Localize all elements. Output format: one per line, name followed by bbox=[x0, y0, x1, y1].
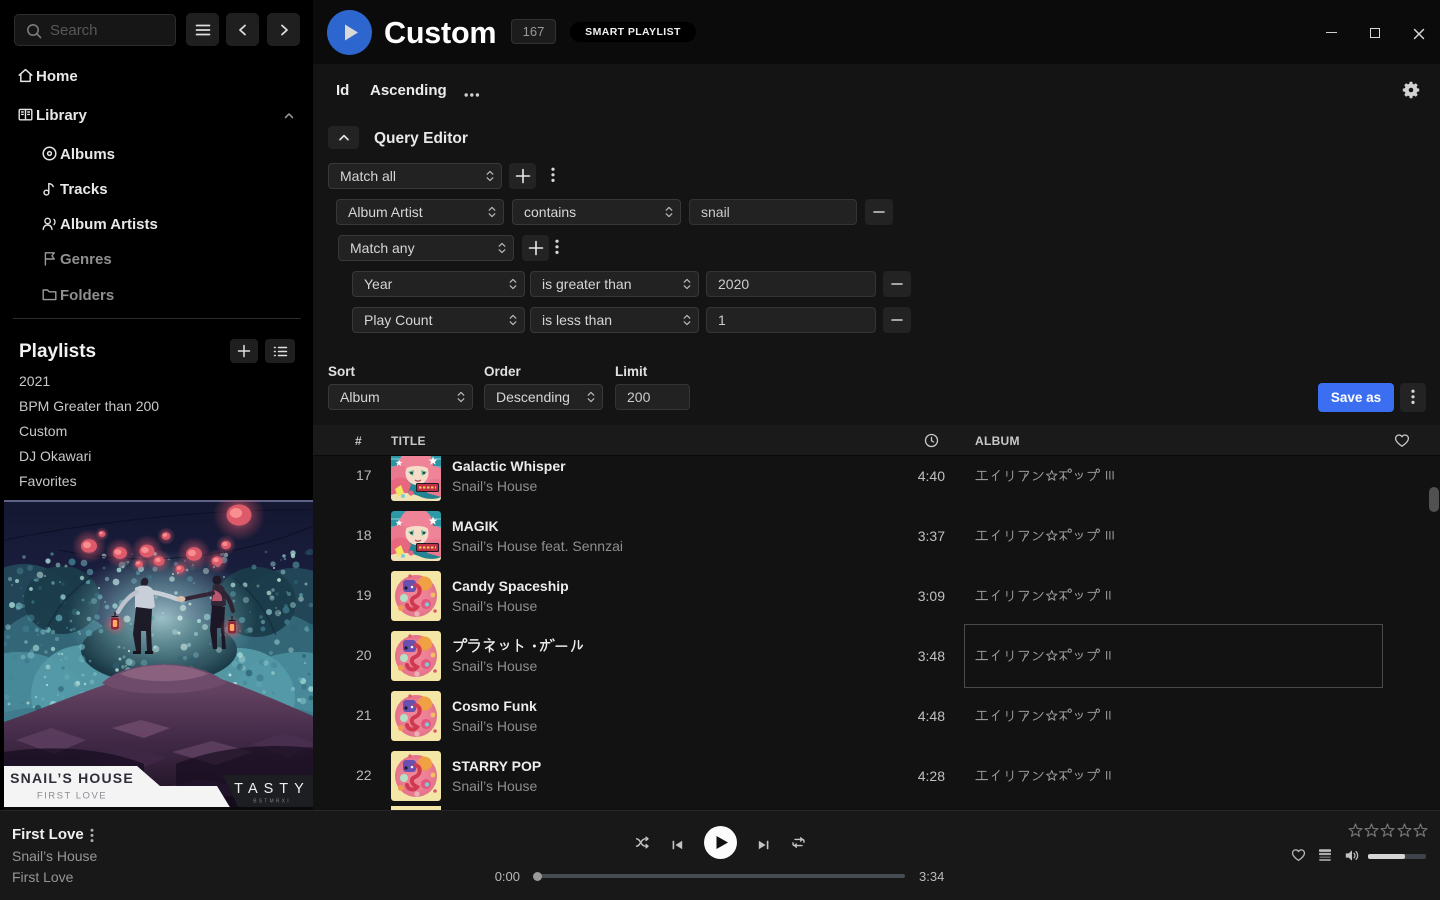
svg-text:FIRST LOVE: FIRST LOVE bbox=[37, 791, 107, 802]
svg-text:SNAIL’S HOUSE: SNAIL’S HOUSE bbox=[10, 770, 134, 786]
svg-text:III: III bbox=[1105, 529, 1115, 542]
svg-text:II: II bbox=[1105, 709, 1111, 722]
svg-text:II: II bbox=[1105, 589, 1111, 602]
svg-text:II: II bbox=[1105, 769, 1111, 782]
svg-text:III: III bbox=[1105, 469, 1115, 482]
svg-text:TASTY: TASTY bbox=[234, 781, 310, 797]
svg-text:BSTMRXI: BSTMRXI bbox=[253, 799, 291, 805]
